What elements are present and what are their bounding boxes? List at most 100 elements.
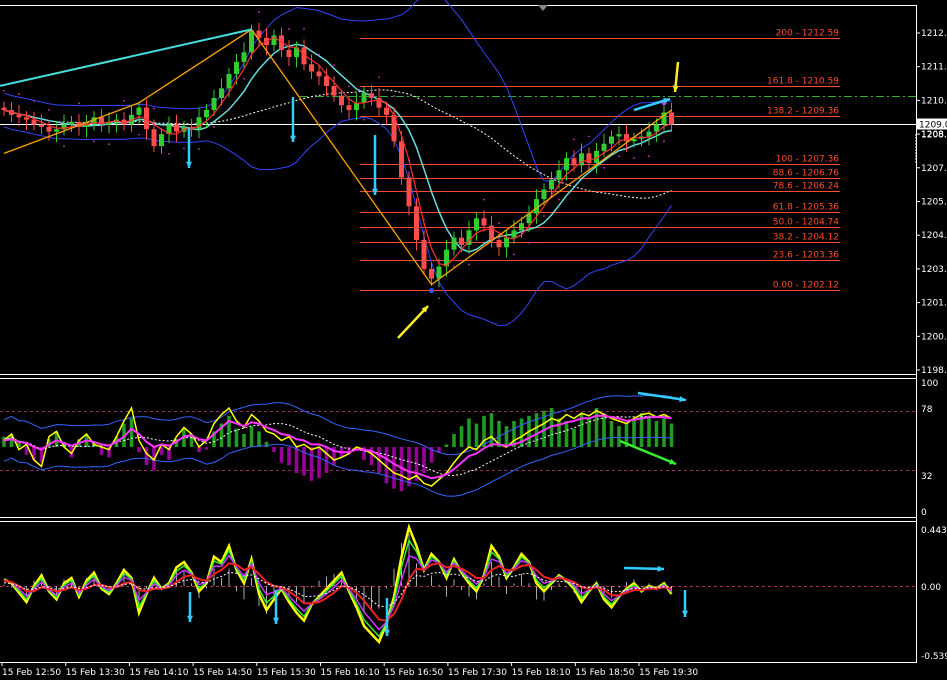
osc1-histogram-bar xyxy=(204,447,209,450)
osc2-y-tick-label: 0.4439 xyxy=(921,526,947,536)
candle-body-down xyxy=(316,71,322,77)
sar-dot xyxy=(588,135,590,138)
osc1-y-tick-label: 0 xyxy=(921,508,927,518)
sar-dot xyxy=(543,215,545,217)
sar-dot xyxy=(228,107,230,110)
candle-body-up xyxy=(601,143,607,151)
sar-dot xyxy=(3,89,5,92)
candle-body-up xyxy=(136,107,142,115)
sar-dot xyxy=(138,133,140,136)
osc1-histogram-bar xyxy=(317,447,321,479)
osc1-histogram-bar xyxy=(609,421,614,447)
fib-level-label: 138.2 - 1209.36 xyxy=(767,107,839,117)
candle-body-up xyxy=(226,73,232,89)
sar-dot xyxy=(603,166,605,169)
x-tick-label: 15 Feb 15:30 xyxy=(257,668,316,678)
price-y-tick-label: 1212.8 xyxy=(921,29,947,39)
sar-dot xyxy=(333,64,335,67)
osc1-histogram-bar xyxy=(669,423,674,447)
candle-body-down xyxy=(46,126,52,132)
candle-body-up xyxy=(474,218,479,231)
fib-level-label: 61.8 - 1205.36 xyxy=(773,203,839,213)
sar-dot xyxy=(513,253,515,256)
candle-body-down xyxy=(39,124,44,127)
candle-body-down xyxy=(429,268,434,279)
sar-dot xyxy=(558,198,560,201)
osc1-histogram-bar xyxy=(452,434,456,447)
fib-level-label: 78.6 - 1206.24 xyxy=(773,182,839,192)
sar-dot xyxy=(648,155,650,158)
osc2-y-tick-label: -0.5397 xyxy=(921,652,947,662)
candle-body-up xyxy=(451,237,457,250)
candle-body-up xyxy=(436,266,442,279)
candle-body-up xyxy=(54,129,59,132)
sar-dot xyxy=(33,99,35,102)
osc1-histogram-bar xyxy=(534,413,539,447)
current-price-label: 1209.0 xyxy=(919,121,947,131)
candle-body-down xyxy=(286,49,292,58)
candle-body-up xyxy=(249,30,254,53)
fib-level-label: 161.8 - 1210.59 xyxy=(767,77,839,87)
candle-body-up xyxy=(204,110,209,118)
candle-body-down xyxy=(174,124,179,132)
sar-dot xyxy=(498,222,500,225)
candle-body-down xyxy=(459,237,464,245)
candle-body-up xyxy=(616,134,622,137)
x-tick-label: 15 Feb 14:10 xyxy=(129,668,188,678)
osc1-histogram-bar xyxy=(287,447,291,466)
fib-level-label: 200 - 1212.59 xyxy=(776,29,840,39)
candle-body-down xyxy=(489,225,494,241)
price-y-tick-label: 1207.2 xyxy=(921,164,947,174)
chart-background xyxy=(0,0,947,680)
candle-body-down xyxy=(151,129,157,147)
swing-low-marker xyxy=(429,288,434,294)
osc1-y-tick-label: 100 xyxy=(921,379,938,389)
candle-body-up xyxy=(361,93,367,103)
sar-dot xyxy=(438,297,440,300)
fib-level-label: 88.6 - 1206.76 xyxy=(773,169,839,179)
price-y-tick-label: 1203.0 xyxy=(921,265,947,275)
osc1-histogram-bar xyxy=(437,447,441,453)
trading-chart[interactable]: 200 - 1212.59 161.8 - 1210.59 138.2 - 1209… xyxy=(0,0,947,680)
sar-dot xyxy=(393,95,395,97)
sar-dot xyxy=(618,155,620,158)
sar-dot xyxy=(303,27,305,30)
candle-body-up xyxy=(541,189,547,200)
sar-dot xyxy=(573,138,575,141)
osc1-histogram-bar xyxy=(564,421,569,447)
candle-body-up xyxy=(211,97,217,111)
osc1-histogram-bar xyxy=(234,428,239,447)
x-tick-label: 15 Feb 14:50 xyxy=(193,668,252,678)
sar-dot xyxy=(198,148,200,150)
price-y-tick-label: 1201.6 xyxy=(921,299,947,309)
osc1-y-tick-label: 78 xyxy=(921,405,933,415)
candle-body-up xyxy=(241,52,247,62)
candle-body-up xyxy=(511,230,517,238)
price-y-tick-label: 1205.8 xyxy=(921,198,947,208)
x-tick-label: 15 Feb 18:50 xyxy=(575,668,634,678)
candle-body-up xyxy=(234,61,239,74)
candle-body-down xyxy=(406,177,412,207)
sar-dot xyxy=(153,107,155,110)
osc1-histogram-bar xyxy=(137,447,141,453)
candle-body-up xyxy=(219,88,224,98)
candle-body-down xyxy=(421,240,427,269)
current-price-secondary-label: 1208.82 xyxy=(921,131,947,141)
osc1-histogram-bar xyxy=(489,413,494,447)
sar-dot xyxy=(183,147,185,150)
fib-level-label: 50.0 - 1204.74 xyxy=(773,218,839,228)
sar-dot xyxy=(18,93,20,96)
candle-body-up xyxy=(69,122,74,125)
candle-body-down xyxy=(24,117,29,120)
osc1-histogram-bar xyxy=(302,447,306,476)
candle-body-down xyxy=(669,112,674,125)
sar-dot xyxy=(48,109,50,111)
sar-dot xyxy=(63,145,65,148)
osc1-histogram-bar xyxy=(474,423,479,447)
candle-body-down xyxy=(399,141,404,178)
price-y-tick-label: 1210.0 xyxy=(921,96,947,106)
candle-body-down xyxy=(16,114,22,118)
candle-body-down xyxy=(384,107,389,115)
x-tick-label: 15 Feb 18:10 xyxy=(512,668,571,678)
sar-dot xyxy=(483,198,485,201)
